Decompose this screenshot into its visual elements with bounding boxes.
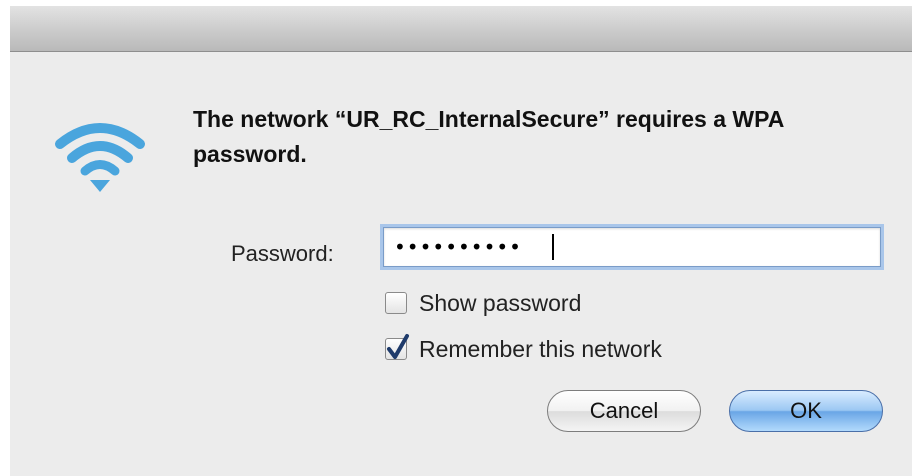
show-password-option[interactable]: Show password xyxy=(385,289,581,317)
password-input[interactable]: •••••••••• xyxy=(383,227,881,267)
text-caret xyxy=(552,234,554,260)
wifi-password-dialog: The network “UR_RC_InternalSecure” requi… xyxy=(10,6,912,476)
cancel-button-label: Cancel xyxy=(589,398,659,423)
wifi-icon xyxy=(50,116,150,196)
ok-button[interactable]: OK xyxy=(729,390,883,432)
dialog-message: The network “UR_RC_InternalSecure” requi… xyxy=(193,106,784,167)
remember-network-checkbox[interactable] xyxy=(385,334,409,360)
dialog-titlebar[interactable] xyxy=(10,6,912,52)
password-label: Password: xyxy=(231,241,334,266)
checkmark-icon xyxy=(387,334,409,359)
show-password-checkbox[interactable] xyxy=(385,292,407,314)
ok-button-label: OK xyxy=(790,398,822,423)
cancel-button[interactable]: Cancel xyxy=(547,390,701,432)
remember-network-label[interactable]: Remember this network xyxy=(419,336,662,363)
password-masked-value: •••••••••• xyxy=(394,235,522,259)
remember-network-option[interactable]: Remember this network xyxy=(385,334,662,363)
show-password-label[interactable]: Show password xyxy=(419,290,581,317)
